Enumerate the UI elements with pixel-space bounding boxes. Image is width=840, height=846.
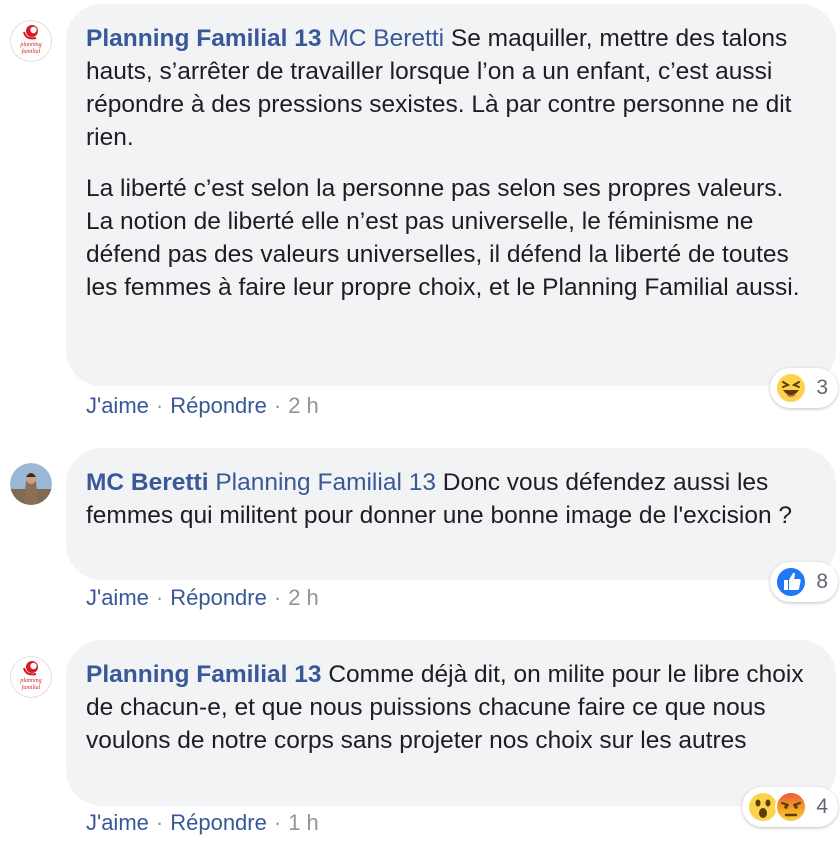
comment-bubble: MC Beretti Planning Familial 13 Donc vou… xyxy=(66,448,836,580)
reactions-summary[interactable]: 8 xyxy=(770,562,838,602)
reactions-summary[interactable]: 4 xyxy=(742,787,838,827)
planning-familial-logo-icon: planning familial xyxy=(10,20,52,62)
reply-button[interactable]: Répondre xyxy=(170,585,267,611)
timestamp[interactable]: 1 h xyxy=(288,810,319,836)
like-icon xyxy=(775,566,808,598)
reaction-count: 8 xyxy=(816,570,828,593)
comment-author[interactable]: MC Beretti xyxy=(86,469,209,496)
comment-actions: J'aime · Répondre · 1 h xyxy=(86,810,319,836)
comment-text: Planning Familial 13 MC Beretti Se maqui… xyxy=(86,22,814,154)
svg-text:planning: planning xyxy=(19,678,41,684)
separator: · xyxy=(273,585,282,610)
reactions-summary[interactable]: 3 xyxy=(770,368,838,408)
planning-familial-logo-icon: planning familial xyxy=(10,656,52,698)
comment-actions: J'aime · Répondre · 2 h xyxy=(86,585,319,611)
reaction-count: 4 xyxy=(816,795,828,818)
svg-text:planning: planning xyxy=(19,42,41,48)
svg-text:familial: familial xyxy=(22,684,41,691)
angry-icon xyxy=(775,791,808,823)
reply-button[interactable]: Répondre xyxy=(170,393,267,419)
reply-button[interactable]: Répondre xyxy=(170,810,267,836)
like-button[interactable]: J'aime xyxy=(86,393,149,419)
profile-photo-icon xyxy=(10,463,52,505)
comment-bubble: Planning Familial 13 Comme déjà dit, on … xyxy=(66,640,836,806)
separator: · xyxy=(273,810,282,835)
comment-body: La notion de liberté elle n’est pas univ… xyxy=(86,208,800,301)
avatar-planning-familial[interactable]: planning familial xyxy=(10,656,52,698)
comment-bubble: Planning Familial 13 MC Beretti Se maqui… xyxy=(66,4,836,386)
comment-author[interactable]: Planning Familial 13 xyxy=(86,25,322,52)
like-button[interactable]: J'aime xyxy=(86,810,149,836)
separator: · xyxy=(155,393,164,418)
comment-text: MC Beretti Planning Familial 13 Donc vou… xyxy=(86,466,814,532)
comment-body: La liberté c’est selon la personne pas s… xyxy=(86,175,784,202)
comment-text: La liberté c’est selon la personne pas s… xyxy=(86,172,814,304)
reaction-count: 3 xyxy=(816,376,828,399)
avatar-mc-beretti[interactable] xyxy=(10,463,52,505)
timestamp[interactable]: 2 h xyxy=(288,585,319,611)
avatar-planning-familial[interactable]: planning familial xyxy=(10,20,52,62)
separator: · xyxy=(155,585,164,610)
comment-actions: J'aime · Répondre · 2 h xyxy=(86,393,319,419)
svg-text:familial: familial xyxy=(22,48,41,55)
comment-text: Planning Familial 13 Comme déjà dit, on … xyxy=(86,658,814,757)
comment-mention[interactable]: Planning Familial 13 xyxy=(215,469,436,496)
separator: · xyxy=(273,393,282,418)
like-button[interactable]: J'aime xyxy=(86,585,149,611)
separator: · xyxy=(155,810,164,835)
comment-author[interactable]: Planning Familial 13 xyxy=(86,661,322,688)
comment-mention[interactable]: MC Beretti xyxy=(328,25,444,52)
timestamp[interactable]: 2 h xyxy=(288,393,319,419)
laugh-icon xyxy=(775,372,808,404)
comment-thread: planning familial Planning Familial 13 M… xyxy=(0,0,840,846)
